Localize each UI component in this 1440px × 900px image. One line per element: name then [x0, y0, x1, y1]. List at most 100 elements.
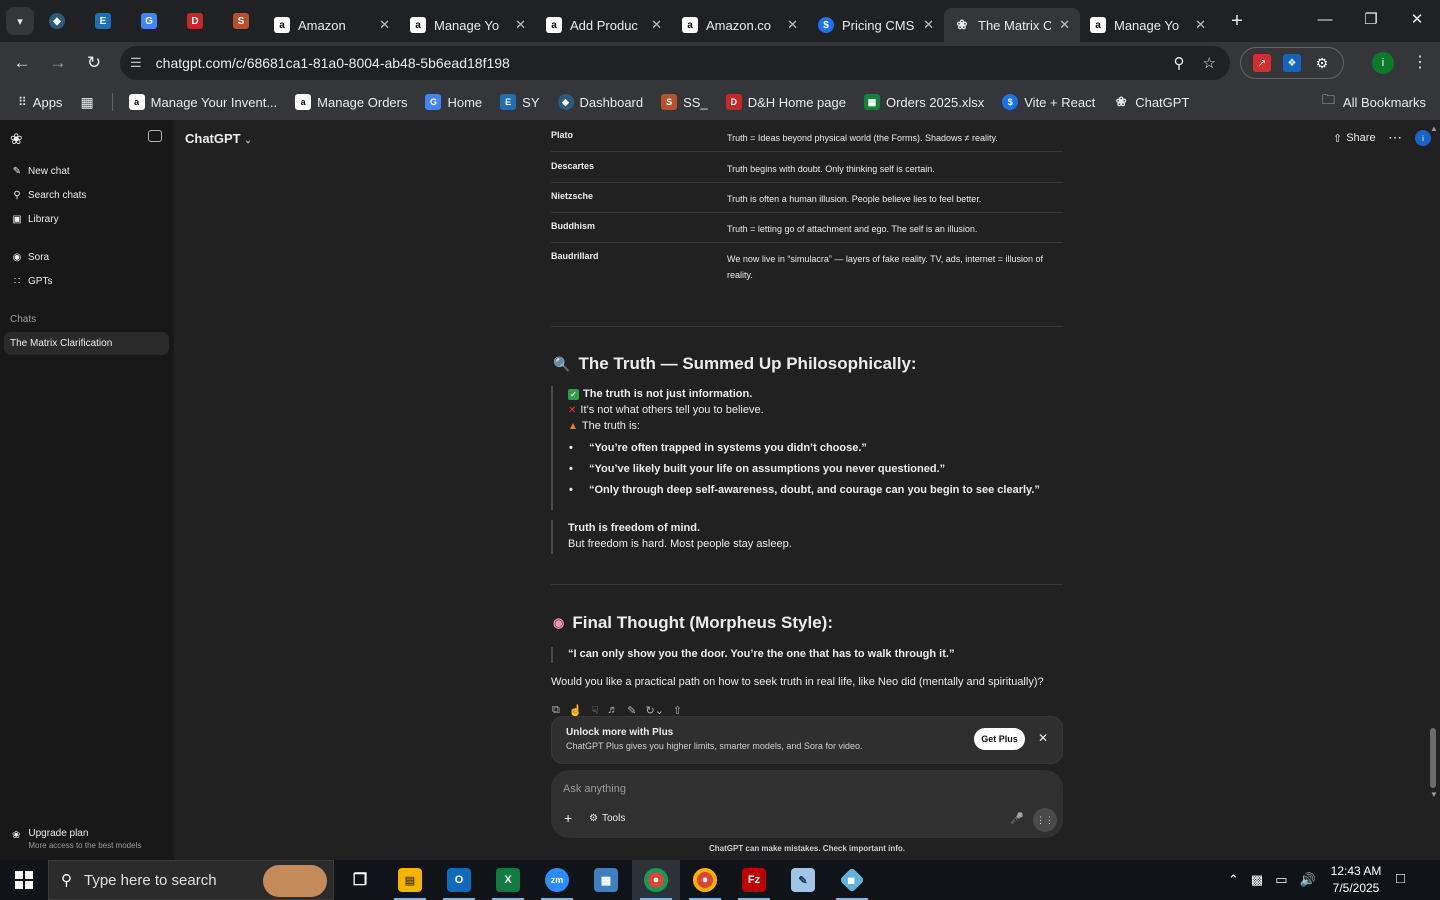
bookmark-item[interactable]: D D&H Home page — [725, 94, 846, 110]
security-icon[interactable]: ▩ — [1251, 872, 1263, 888]
taskbar-app[interactable]: zm — [533, 860, 581, 900]
bookmark-item[interactable]: E SY — [500, 94, 540, 110]
site-info-icon[interactable]: ☰ — [130, 55, 142, 71]
line-text: The truth is not just information. — [583, 388, 753, 400]
close-icon[interactable]: ✕ — [651, 17, 662, 33]
close-icon[interactable]: ✕ — [1059, 17, 1070, 33]
chevron-up-icon[interactable]: ⌃ — [1228, 872, 1239, 888]
minimize-button[interactable]: — — [1302, 0, 1348, 38]
more-options-icon[interactable]: ⋯ — [1388, 129, 1402, 146]
bookmark-item[interactable]: $ Vite + React — [1002, 94, 1095, 110]
share-button[interactable]: ⇧ Share — [1333, 132, 1376, 145]
browser-tab[interactable]: a Manage Yo ✕ — [1080, 8, 1216, 42]
tab-groups-button[interactable]: ▦ — [80, 94, 93, 111]
bookmark-item[interactable]: a Manage Orders — [295, 94, 407, 110]
bookmark-item[interactable]: ▦ Orders 2025.xlsx — [863, 94, 984, 110]
address-bar[interactable]: ☰ chatgpt.com/c/68681ca1-81a0-8004-ab48-… — [120, 46, 1230, 80]
dropbox-extension-icon[interactable]: ❖ — [1283, 54, 1301, 72]
sidebar-item-sora[interactable]: ◉ Sora — [12, 252, 50, 263]
taskbar-app[interactable]: ▦ — [582, 860, 630, 900]
task-view-button[interactable]: ❐ — [336, 860, 384, 900]
close-icon[interactable]: ✕ — [379, 17, 390, 33]
taskbar-app[interactable]: ◆ — [828, 860, 876, 900]
close-icon[interactable]: ✕ — [515, 17, 526, 33]
bookmark-item[interactable]: a Manage Your Invent... — [128, 94, 277, 110]
taskbar-search-box[interactable]: ⚲ Type here to search — [48, 860, 334, 900]
pinned-tab[interactable]: S — [218, 0, 264, 42]
start-button[interactable] — [0, 860, 48, 900]
taskbar-app[interactable]: ▤ — [386, 860, 434, 900]
sidebar-item-search-chats[interactable]: ⚲ Search chats — [12, 190, 86, 201]
browser-tab-active[interactable]: ❀ The Matrix C ✕ — [944, 8, 1080, 42]
table-cell-name: Nietzsche — [551, 191, 594, 201]
bookmark-star-icon[interactable]: ☆ — [1203, 54, 1216, 72]
user-avatar[interactable]: i — [1415, 130, 1431, 146]
tab-search-button[interactable]: ▾ — [6, 7, 34, 35]
sidebar-item-library[interactable]: ▣ Library — [12, 214, 58, 225]
close-icon[interactable]: ✕ — [1038, 731, 1048, 745]
browser-tab[interactable]: a Amazon ✕ — [264, 8, 400, 42]
taskbar-app[interactable]: X — [484, 860, 532, 900]
pinned-tab[interactable]: ◆ — [34, 0, 80, 42]
bookmark-item[interactable]: S SS_ — [661, 94, 708, 110]
scrollbar-thumb[interactable] — [1430, 728, 1436, 788]
browser-tab[interactable]: $ Pricing CMS ✕ — [808, 8, 944, 42]
microphone-icon[interactable]: 🎤 — [1010, 812, 1024, 825]
bookmark-item[interactable]: ❀ ChatGPT — [1113, 94, 1190, 110]
voice-mode-icon[interactable]: ⋮⋮ — [1033, 808, 1057, 832]
upgrade-plan-button[interactable]: ❀ Upgrade plan More access to the best m… — [12, 828, 141, 850]
browser-tab[interactable]: a Manage Yo ✕ — [400, 8, 536, 42]
openai-logo-icon[interactable]: ❀ — [10, 130, 23, 148]
dollar-icon: $ — [818, 17, 834, 33]
bookmark-item[interactable]: ◆ Dashboard — [557, 94, 643, 110]
sidebar-item-new-chat[interactable]: ✎ New chat — [12, 166, 70, 177]
pinned-tab[interactable]: E — [80, 0, 126, 42]
profile-avatar[interactable]: i — [1372, 52, 1394, 74]
chat-history-item[interactable]: The Matrix Clarification — [4, 332, 169, 355]
close-icon[interactable]: ✕ — [923, 17, 934, 33]
notifications-icon[interactable]: □ — [1396, 870, 1405, 887]
sidebar: ❀ ✎ New chat ⚲ Search chats ▣ Library ◉ Sora… — [0, 120, 174, 860]
copy-icon[interactable]: ⧉ — [552, 704, 560, 717]
divider — [551, 326, 1063, 327]
prompt-input[interactable] — [563, 780, 983, 798]
sidebar-toggle-icon[interactable] — [148, 130, 162, 142]
back-button[interactable]: ← — [4, 53, 40, 73]
new-tab-button[interactable]: + — [1222, 10, 1252, 33]
taskbar-app-active[interactable]: ● — [632, 860, 680, 900]
model-selector[interactable]: ChatGPT ⌄ — [185, 131, 252, 146]
network-icon[interactable]: ▭ — [1275, 872, 1287, 888]
taskbar-app[interactable]: O — [435, 860, 483, 900]
browser-menu-icon[interactable]: ⋮ — [1412, 52, 1428, 72]
puzzle-extensions-icon[interactable]: ⚙ — [1313, 54, 1331, 72]
browser-tab[interactable]: a Add Produc ✕ — [536, 8, 672, 42]
bookmark-item[interactable]: G Home — [425, 94, 482, 110]
restore-button[interactable]: ❐ — [1348, 0, 1394, 38]
sidebar-item-gpts[interactable]: ∷ GPTs — [12, 276, 53, 287]
close-icon[interactable]: ✕ — [1195, 17, 1206, 33]
browser-tab[interactable]: a Amazon.co ✕ — [672, 8, 808, 42]
scroll-down-arrow-icon[interactable]: ▼ — [1430, 790, 1438, 799]
check-icon: ✓ — [568, 388, 579, 400]
taskbar-app[interactable]: ● — [681, 860, 729, 900]
get-plus-button[interactable]: Get Plus — [974, 728, 1025, 750]
reload-button[interactable]: ↻ — [76, 53, 112, 73]
taskbar-app[interactable]: Fz — [730, 860, 778, 900]
attach-plus-icon[interactable]: + — [564, 810, 572, 826]
pinned-tab[interactable]: G — [126, 0, 172, 42]
share-icon: ⇧ — [1333, 133, 1343, 145]
forward-button[interactable]: → — [40, 53, 76, 73]
apps-bookmark[interactable]: ⠿ Apps — [18, 95, 62, 110]
volume-icon[interactable]: 🔊 — [1300, 872, 1316, 888]
pinned-tab[interactable]: D — [172, 0, 218, 42]
close-icon[interactable]: ✕ — [787, 17, 798, 33]
pdf-extension-icon[interactable]: ↗ — [1253, 54, 1271, 72]
taskbar-app[interactable]: ✎ — [779, 860, 827, 900]
taskbar-clock[interactable]: 12:43 AM 7/5/2025 — [1318, 863, 1394, 897]
scroll-up-arrow-icon[interactable]: ▲ — [1430, 124, 1438, 133]
zoom-icon[interactable]: ⚲ — [1174, 54, 1185, 72]
close-window-button[interactable]: ✕ — [1394, 0, 1440, 38]
all-bookmarks-button[interactable]: 🗀 All Bookmarks — [1322, 91, 1426, 113]
table-cell-name: Plato — [551, 130, 574, 140]
tools-button[interactable]: ⚙ Tools — [589, 813, 625, 824]
